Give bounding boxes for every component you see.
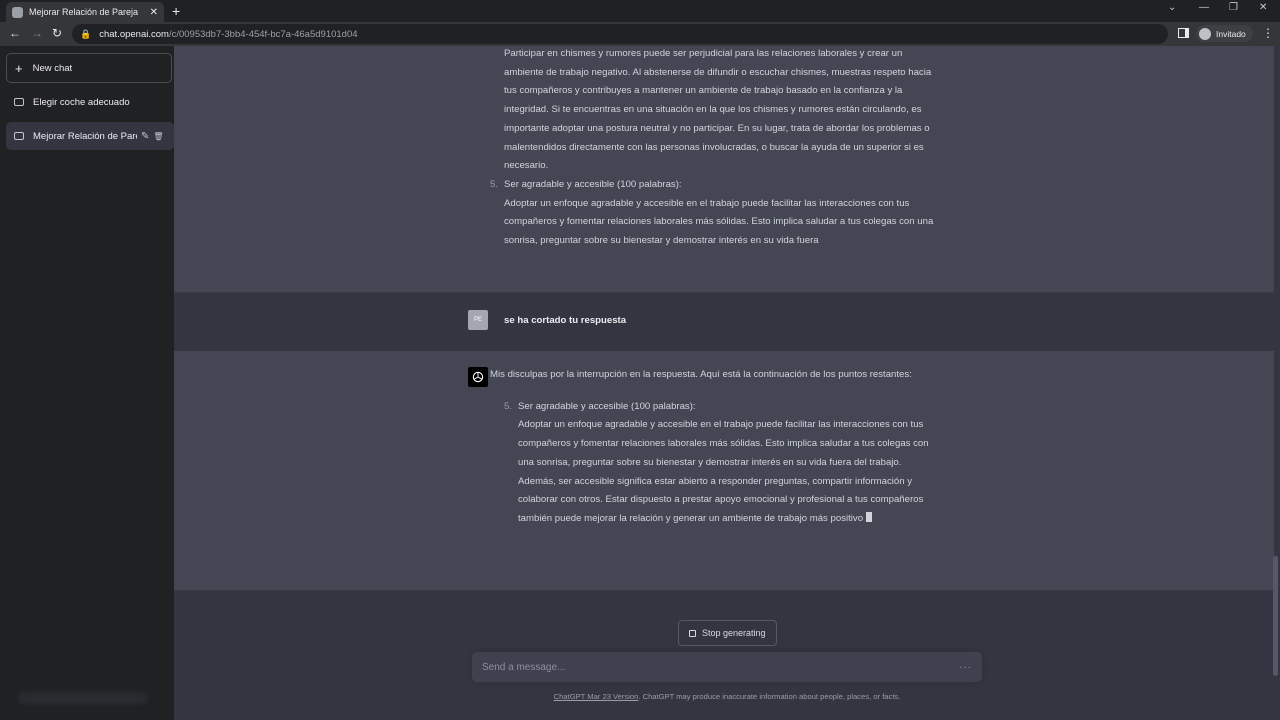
- address-bar[interactable]: 🔒 chat.openai.com/c/00953db7-3bb4-454f-b…: [72, 24, 1168, 44]
- user-avatar: PE: [468, 310, 488, 330]
- browser-tab[interactable]: Mejorar Relación de Pareja ✕: [6, 2, 164, 22]
- lock-icon[interactable]: 🔒: [80, 29, 91, 40]
- sidebar-item-elegir-coche[interactable]: Elegir coche adecuado: [6, 88, 174, 116]
- list-body: Adoptar un enfoque agradable y accesible…: [504, 197, 934, 247]
- message-input[interactable]: [482, 661, 959, 673]
- sidebar-item-mejorar-relacion[interactable]: Mejorar Relación de Pareja ✎ 🗑: [6, 122, 174, 150]
- favicon-icon: [12, 6, 23, 18]
- list-item: 5. Ser agradable y accesible (100 palabr…: [490, 176, 940, 251]
- delete-icon[interactable]: 🗑: [153, 132, 163, 141]
- profile-avatar-icon: [1199, 27, 1211, 40]
- scrollbar[interactable]: [1273, 556, 1278, 676]
- chat-bubble-icon: [14, 132, 24, 140]
- plus-icon: +: [15, 60, 23, 76]
- version-link[interactable]: ChatGPT Mar 23 Version: [554, 692, 639, 701]
- url-path: /c/00953db7-3bb4-454f-bc7a-46a5d9101d04: [168, 28, 358, 40]
- new-chat-button[interactable]: + New chat: [6, 53, 172, 83]
- user-message: PE se ha cortado tu respuesta: [174, 293, 1274, 351]
- message-paragraph: Participar en chismes y rumores puede se…: [504, 48, 932, 172]
- stop-icon: [689, 629, 696, 637]
- new-tab-button[interactable]: +: [172, 3, 180, 19]
- user-message-text: se ha cortado tu respuesta: [504, 315, 627, 326]
- profile-button[interactable]: Invitado: [1196, 25, 1253, 42]
- minimize-icon[interactable]: —: [1199, 2, 1209, 13]
- edit-icon[interactable]: ✎: [141, 131, 149, 142]
- assistant-message: Participar en chismes y rumores puede se…: [174, 46, 1274, 293]
- conversation-title: Elegir coche adecuado: [33, 96, 130, 108]
- stop-generating-button[interactable]: Stop generating: [678, 620, 777, 646]
- list-number: 5.: [490, 178, 499, 190]
- url-host: chat.openai.com: [99, 28, 169, 40]
- account-area[interactable]: [18, 692, 148, 704]
- restore-icon[interactable]: ❐: [1229, 2, 1238, 13]
- list-body-wrap: Adoptar un enfoque agradable y accesible…: [518, 416, 940, 528]
- typing-cursor: [866, 511, 873, 522]
- browser-menu-icon[interactable]: ⋮: [1262, 26, 1274, 40]
- reload-icon[interactable]: ↻: [52, 26, 62, 40]
- list-heading: Ser agradable y accesible (100 palabras)…: [518, 400, 696, 412]
- back-icon[interactable]: ←: [9, 26, 21, 40]
- navigation-bar: ← → ↻ 🔒 chat.openai.com/c/00953db7-3bb4-…: [0, 22, 1280, 46]
- side-panel-icon[interactable]: [1178, 28, 1189, 38]
- stop-generating-label: Stop generating: [702, 628, 766, 638]
- profile-label: Invitado: [1216, 28, 1246, 39]
- sidebar: + New chat Elegir coche adecuado Mejorar…: [0, 46, 174, 720]
- browser-chrome: Mejorar Relación de Pareja ✕ + ⌄ — ❐ ✕ ←…: [0, 0, 1280, 46]
- conversation-title: Mejorar Relación de Pareja: [33, 130, 137, 142]
- new-chat-label: New chat: [32, 62, 73, 74]
- message-intro: Mis disculpas por la interrupción en la …: [490, 369, 912, 380]
- message-composer: ···: [472, 652, 982, 682]
- message-content: Participar en chismes y rumores puede se…: [490, 46, 940, 251]
- tab-search-icon[interactable]: ⌄: [1168, 2, 1176, 13]
- chat-bubble-icon: [14, 98, 24, 106]
- message-content: Mis disculpas por la interrupción en la …: [490, 366, 940, 529]
- list-item: 5. Ser agradable y accesible (100 palabr…: [504, 398, 940, 529]
- openai-logo-icon: [468, 367, 488, 387]
- chat-main[interactable]: Participar en chismes y rumores puede se…: [174, 46, 1280, 720]
- list-number: 5.: [504, 400, 513, 412]
- list-body: Adoptar un enfoque agradable y accesible…: [518, 419, 929, 524]
- close-window-icon[interactable]: ✕: [1259, 2, 1267, 13]
- loading-dots-icon: ···: [959, 661, 972, 673]
- list-heading: Ser agradable y accesible (100 palabras)…: [504, 178, 682, 190]
- tab-strip: Mejorar Relación de Pareja ✕ + ⌄ — ❐ ✕: [0, 0, 1280, 22]
- disclaimer-text: . ChatGPT may produce inaccurate informa…: [638, 692, 901, 701]
- tab-title: Mejorar Relación de Pareja: [29, 7, 139, 17]
- footer-disclaimer: ChatGPT Mar 23 Version. ChatGPT may prod…: [472, 692, 982, 701]
- assistant-message: Mis disculpas por la interrupción en la …: [174, 351, 1274, 591]
- forward-icon[interactable]: →: [31, 26, 43, 40]
- tab-close-icon[interactable]: ✕: [150, 7, 158, 18]
